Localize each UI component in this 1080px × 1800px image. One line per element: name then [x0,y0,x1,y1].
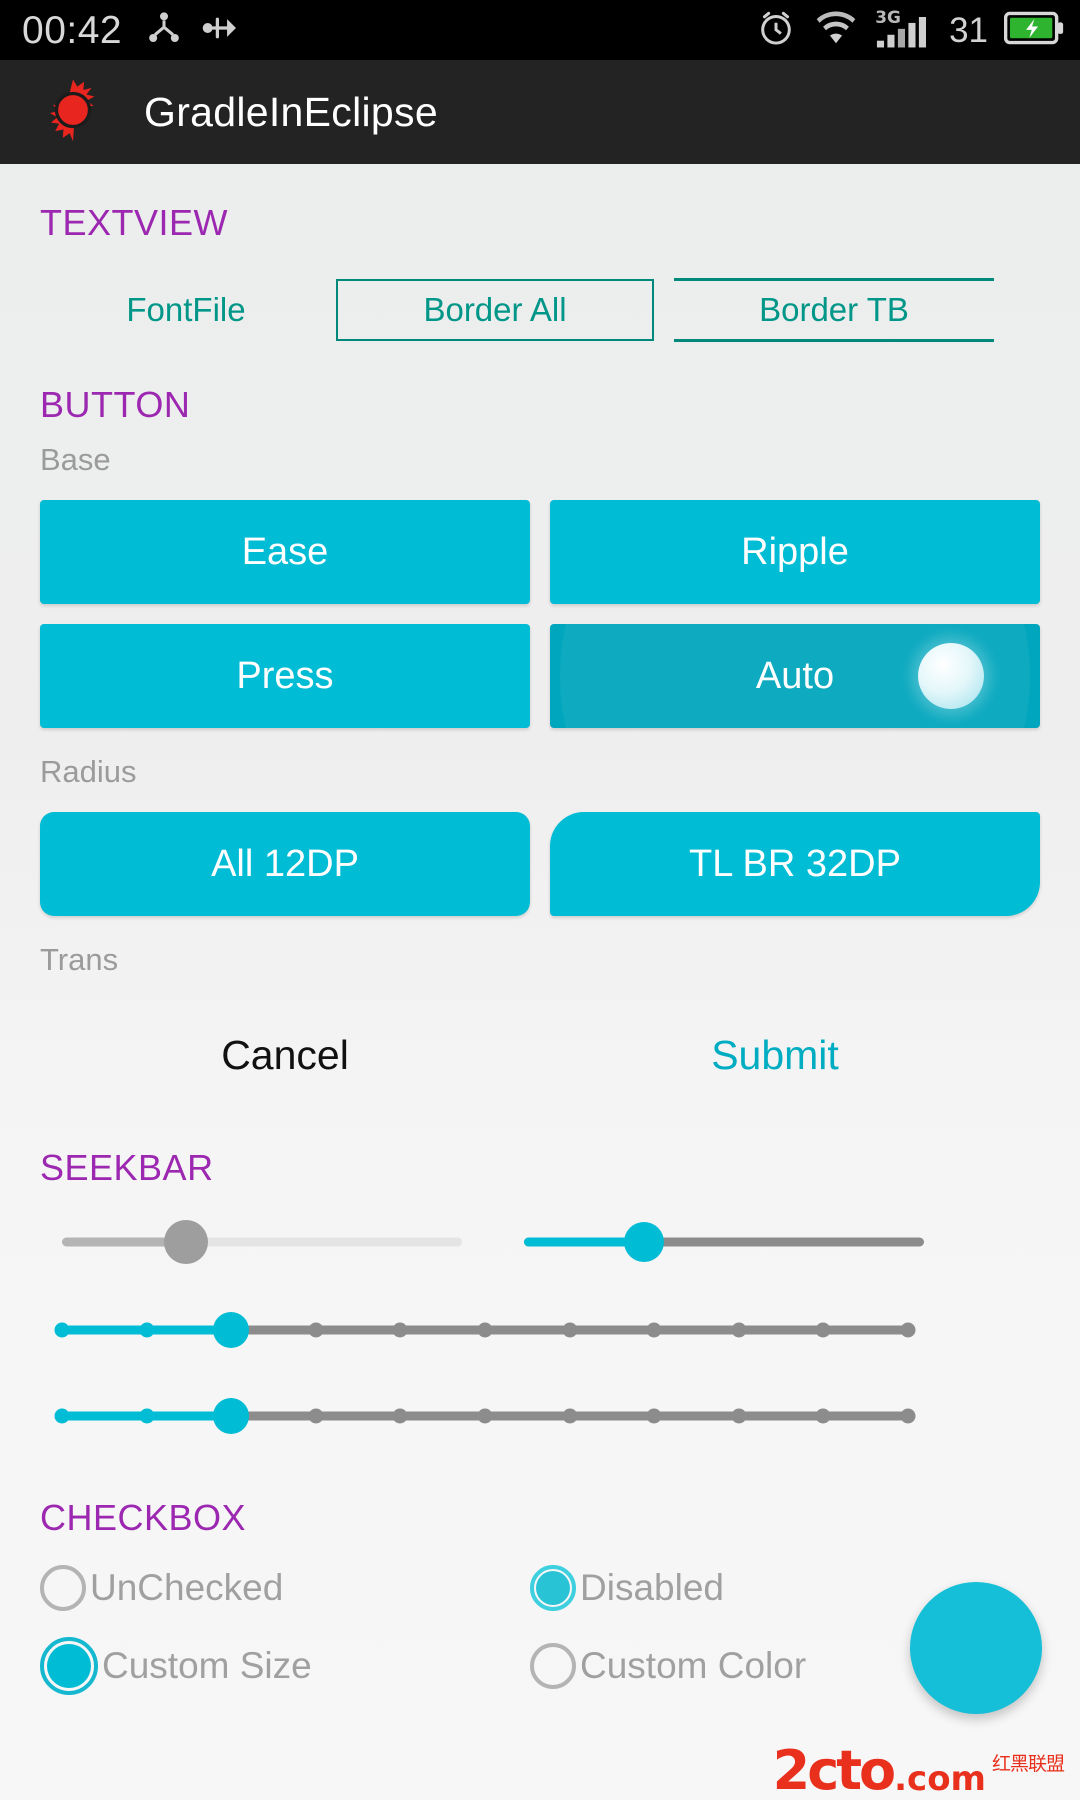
seekbar-tick [139,1322,155,1338]
seekbar-tick [54,1408,70,1424]
seekbar-tick [900,1408,916,1424]
wifi-icon [813,9,859,52]
seekbar-tick [477,1408,493,1424]
section-title-textview: TEXTVIEW [40,202,229,243]
button-ripple[interactable]: Ripple [550,500,1040,604]
button-press[interactable]: Press [40,624,530,728]
button-tl-br-32dp[interactable]: TL BR 32DP [550,812,1040,916]
seekbar-tick [139,1408,155,1424]
button-submit[interactable]: Submit [530,1022,1020,1089]
battery-percent-label: 31 [949,10,988,50]
checkbox-circle-icon[interactable] [530,1565,576,1611]
seekbar-tick [477,1322,493,1338]
section-title-seekbar: SEEKBAR [40,1147,214,1188]
seekbar-tick [562,1322,578,1338]
seekbar-thumb[interactable] [624,1222,664,1262]
checkbox-row: UnChecked Disabled [40,1565,1040,1611]
watermark-suffix: .com [894,1759,986,1799]
seekbar-accent[interactable] [524,1207,924,1277]
seekbar-discrete-2[interactable] [54,1381,916,1451]
status-bar: 00:42 3G 31 [0,0,1080,60]
main-content: TEXTVIEW FontFile Border All Border TB B… [0,164,1080,1800]
seekbar-tick [731,1408,747,1424]
seekbar-disabled[interactable] [62,1207,462,1277]
button-all-12dp[interactable]: All 12DP [40,812,530,916]
textview-fontfile[interactable]: FontFile [40,291,332,329]
status-bar-clock: 00:42 [22,8,123,52]
seekbar-tick [54,1322,70,1338]
watermark-cn: 红黑联盟 [991,1754,1065,1775]
signal-3g-icon: 3G [875,6,933,55]
button-group-radius: All 12DP TL BR 32DP [0,812,1080,916]
seekbar-thumb[interactable] [213,1312,250,1348]
seekbar-tick [815,1322,831,1338]
button-group-label-radius: Radius [40,754,137,789]
seekbar-tick [900,1322,916,1338]
button-group-trans: Cancel Submit [0,1022,1080,1089]
watermark: 2cto .com 红黑联盟 [772,1739,1065,1800]
seekbar-thumb[interactable] [213,1398,250,1434]
button-group-label-trans: Trans [40,942,119,977]
checkbox-circle-icon[interactable] [530,1643,576,1689]
section-title-button: BUTTON [40,384,191,425]
status-bar-left-icons [144,8,240,53]
checkbox-label: Custom Size [102,1645,312,1686]
watermark-main: 2cto [772,1739,896,1800]
seekbar-tick [815,1408,831,1424]
seekbar-tick [392,1408,408,1424]
button-ease[interactable]: Ease [40,500,530,604]
checkbox-label: Disabled [580,1567,724,1608]
seekbar-tick [562,1408,578,1424]
seekbar-discrete-1[interactable] [54,1295,916,1365]
section-title-checkbox: CHECKBOX [40,1497,247,1538]
share-nodes-icon [144,8,184,53]
button-auto[interactable]: Auto [550,624,1040,728]
seekbar-thumb[interactable] [164,1220,208,1264]
status-bar-right-icons: 3G 31 [755,6,1066,55]
seekbar-tick [392,1322,408,1338]
action-bar: GradleInEclipse [0,60,1080,164]
app-logo-sun-icon [40,77,106,148]
button-group-base: Ease Ripple Press Auto [0,500,1080,728]
seekbar-tick [646,1408,662,1424]
ripple-dot-icon [918,643,984,709]
checkbox-circle-icon[interactable] [40,1637,98,1695]
textview-border-all[interactable]: Border All [336,279,654,341]
button-group-label-base: Base [40,442,111,477]
seekbar-group [0,1207,1080,1451]
textview-row: FontFile Border All Border TB [0,278,1080,342]
checkbox-custom-size[interactable]: Custom Size [40,1637,530,1695]
battery-charging-icon [1003,11,1066,50]
app-title: GradleInEclipse [144,88,438,135]
usb-transfer-icon [198,8,240,53]
checkbox-circle-icon[interactable] [40,1565,86,1611]
button-cancel[interactable]: Cancel [40,1022,530,1089]
seekbar-tick [731,1322,747,1338]
phone-screen: 00:42 3G 31 GradleInEclipse TEXTVIEW Fon… [0,0,1080,1800]
seekbar-tick [646,1322,662,1338]
checkbox-unchecked[interactable]: UnChecked [40,1565,530,1611]
alarm-clock-icon [755,7,797,54]
textview-border-tb[interactable]: Border TB [674,278,994,342]
svg-text:3G: 3G [875,6,901,26]
floating-action-button[interactable] [910,1582,1042,1714]
seekbar-tick [308,1322,324,1338]
checkbox-label: UnChecked [90,1567,284,1608]
seekbar-tick [308,1408,324,1424]
checkbox-row: Custom Size Custom Color [40,1637,1040,1695]
button-auto-label: Auto [755,654,835,697]
checkbox-label: Custom Color [580,1645,807,1686]
